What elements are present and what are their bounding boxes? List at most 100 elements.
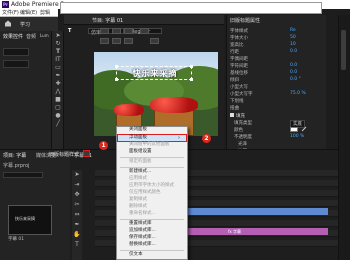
track-select-tool-icon[interactable]: ⇥ xyxy=(73,182,81,188)
rotate-tool-icon[interactable]: ↻ xyxy=(54,41,62,47)
menu-close-other-panels[interactable]: 关闭组中的其他面板 xyxy=(129,142,170,148)
prop-distort: 扭曲 xyxy=(230,106,239,111)
resize-handle[interactable] xyxy=(190,65,193,68)
menu-reset-library[interactable]: 重置样式库 xyxy=(129,221,152,227)
monitor-title: 节目: 字幕 01 xyxy=(92,18,124,24)
floating-window-frame xyxy=(60,2,322,14)
prop-baseline-value[interactable]: 0.0 xyxy=(290,70,297,75)
menu-replace-library[interactable]: 替换样式库... xyxy=(129,242,156,248)
resize-handle[interactable] xyxy=(115,78,118,81)
tab-lumetri[interactable]: Lum xyxy=(40,33,49,38)
menu-duplicate-style[interactable]: 复制样式 xyxy=(129,197,147,203)
prop-font-size-value[interactable]: 50 xyxy=(290,35,296,40)
step-badge-2: 2 xyxy=(202,134,211,143)
workspace-tab-learn[interactable]: 学习 xyxy=(20,21,30,28)
menu-delete-style[interactable]: 删除样式 xyxy=(129,204,147,210)
project-item-thumbnail[interactable]: 快乐来采摘 xyxy=(8,205,52,235)
prop-baseline: 基线位移 xyxy=(230,71,248,76)
razor-tool-icon[interactable]: ✂ xyxy=(73,202,81,208)
title-designer-header: 节目: 字幕 01 xyxy=(64,15,224,25)
rectangle-tool-icon[interactable]: ■ xyxy=(54,97,62,103)
panel-menu-button[interactable] xyxy=(83,150,90,157)
type-tool-icon[interactable]: T xyxy=(54,49,62,55)
italic-button[interactable] xyxy=(112,38,121,44)
properties-title: 旧版标题属性 xyxy=(230,18,261,24)
menu-new-style[interactable]: 新建样式... xyxy=(129,169,151,175)
prop-opacity-value[interactable]: 100 % xyxy=(290,134,304,139)
menu-locked-panels[interactable]: 锁定的面板 xyxy=(129,159,152,165)
resize-handle[interactable] xyxy=(190,78,193,81)
menu-clip[interactable]: 剪辑 xyxy=(40,10,50,16)
step-badge-1: 1 xyxy=(99,141,108,150)
ellipse-tool-icon[interactable]: ● xyxy=(54,113,62,119)
prop-tracking-value[interactable]: 0.0 xyxy=(290,63,297,68)
pen-tool-icon[interactable]: ✒ xyxy=(73,222,81,228)
align-left-button[interactable] xyxy=(100,28,109,34)
premiere-logo-icon: Pr xyxy=(2,1,9,8)
selection-tool-icon[interactable]: ➤ xyxy=(73,172,81,178)
ripple-edit-tool-icon[interactable]: ✥ xyxy=(73,192,81,198)
home-icon[interactable] xyxy=(4,20,12,27)
prop-leading-value[interactable]: 0.0 xyxy=(290,49,297,54)
line-tool-icon[interactable]: ╱ xyxy=(54,121,62,127)
menu-separator xyxy=(120,219,184,220)
bold-button[interactable] xyxy=(100,38,109,44)
align-center-button[interactable] xyxy=(112,28,121,34)
menu-rename-style[interactable]: 重命名样式... xyxy=(129,211,156,217)
type-tool-icon[interactable]: T xyxy=(73,242,81,248)
fill-color-swatch[interactable] xyxy=(290,127,298,132)
timeline-clip[interactable]: fx 字幕 xyxy=(188,228,328,235)
menu-panel-group-settings[interactable]: 面板组设置 xyxy=(129,149,152,155)
prop-slant: 倾斜 xyxy=(230,78,239,83)
pen-tool-icon[interactable]: ✒ xyxy=(54,73,62,79)
tab-stops-button[interactable] xyxy=(140,28,149,34)
show-background-button[interactable] xyxy=(150,38,159,44)
menu-edit[interactable]: 编辑(E) xyxy=(20,10,37,16)
prop-small-caps-size-value[interactable]: 75.0 % xyxy=(290,91,306,96)
align-right-button[interactable] xyxy=(124,28,133,34)
prop-fill-type: 填充类型 xyxy=(234,121,252,126)
project-item-label[interactable]: 字幕 01 xyxy=(8,236,24,242)
menu-append-library[interactable]: 追加样式库... xyxy=(129,228,156,234)
effect-field[interactable] xyxy=(3,48,29,56)
apples-right xyxy=(150,97,198,113)
prop-font-style: 字体样式 xyxy=(230,29,248,34)
project-search-input[interactable] xyxy=(3,172,43,178)
prop-aspect-value[interactable]: 10 xyxy=(290,42,296,47)
menu-save-library[interactable]: 保存样式库... xyxy=(129,235,156,241)
area-type-tool-icon[interactable]: ▭ xyxy=(54,65,62,71)
tab-effect-controls[interactable]: 效果控件 xyxy=(3,33,23,40)
vertical-type-tool-icon[interactable]: IT xyxy=(54,57,62,63)
eyedropper-icon[interactable] xyxy=(301,126,307,132)
menu-file[interactable]: 文件(F) xyxy=(2,10,19,16)
prop-color: 颜色 xyxy=(234,128,243,133)
prop-slant-value[interactable]: 0.0 ° xyxy=(290,77,301,82)
fill-section-header[interactable]: 填充 xyxy=(230,113,245,119)
rounded-rect-tool-icon[interactable]: ▢ xyxy=(54,105,62,111)
underline-button[interactable] xyxy=(124,38,133,44)
fill-checkbox[interactable] xyxy=(230,113,234,117)
menu-apply-style-color[interactable]: 仅应用样式颜色 xyxy=(129,190,161,196)
resize-handle[interactable] xyxy=(115,65,118,68)
menu-text-only[interactable]: 仅文本 xyxy=(129,252,143,258)
add-anchor-tool-icon[interactable]: ✚ xyxy=(54,81,62,87)
prop-opacity: 不透明度 xyxy=(234,135,252,140)
menu-float-panel[interactable]: 浮动面板 xyxy=(129,135,147,141)
prop-small-caps-size: 小型大写字 xyxy=(230,92,253,97)
tab-project[interactable]: 项目: 字幕 xyxy=(3,152,26,159)
prop-font-size: 字体大小 xyxy=(230,36,248,41)
tab-audio[interactable]: 音频 xyxy=(26,33,36,40)
scrollbar-thumb[interactable] xyxy=(341,30,346,70)
effect-field-2[interactable] xyxy=(3,60,29,68)
selection-tool-icon[interactable]: ➤ xyxy=(54,33,62,39)
video-clip[interactable] xyxy=(188,208,328,215)
menu-apply-style[interactable]: 应用样式 xyxy=(129,176,147,182)
text-bounding-box[interactable] xyxy=(116,66,192,80)
convert-anchor-tool-icon[interactable]: ⋀ xyxy=(54,89,62,95)
slip-tool-icon[interactable]: ⇔ xyxy=(73,212,81,218)
hand-tool-icon[interactable]: ✋ xyxy=(73,232,81,238)
prop-font-style-value[interactable]: Re xyxy=(290,28,296,33)
title-styles-tab[interactable]: 旧版标题样式 xyxy=(49,151,79,158)
menu-close-panel[interactable]: 关闭面板 xyxy=(129,127,147,133)
menu-apply-style-font-size[interactable]: 应用带字体大小的样式 xyxy=(129,183,174,189)
